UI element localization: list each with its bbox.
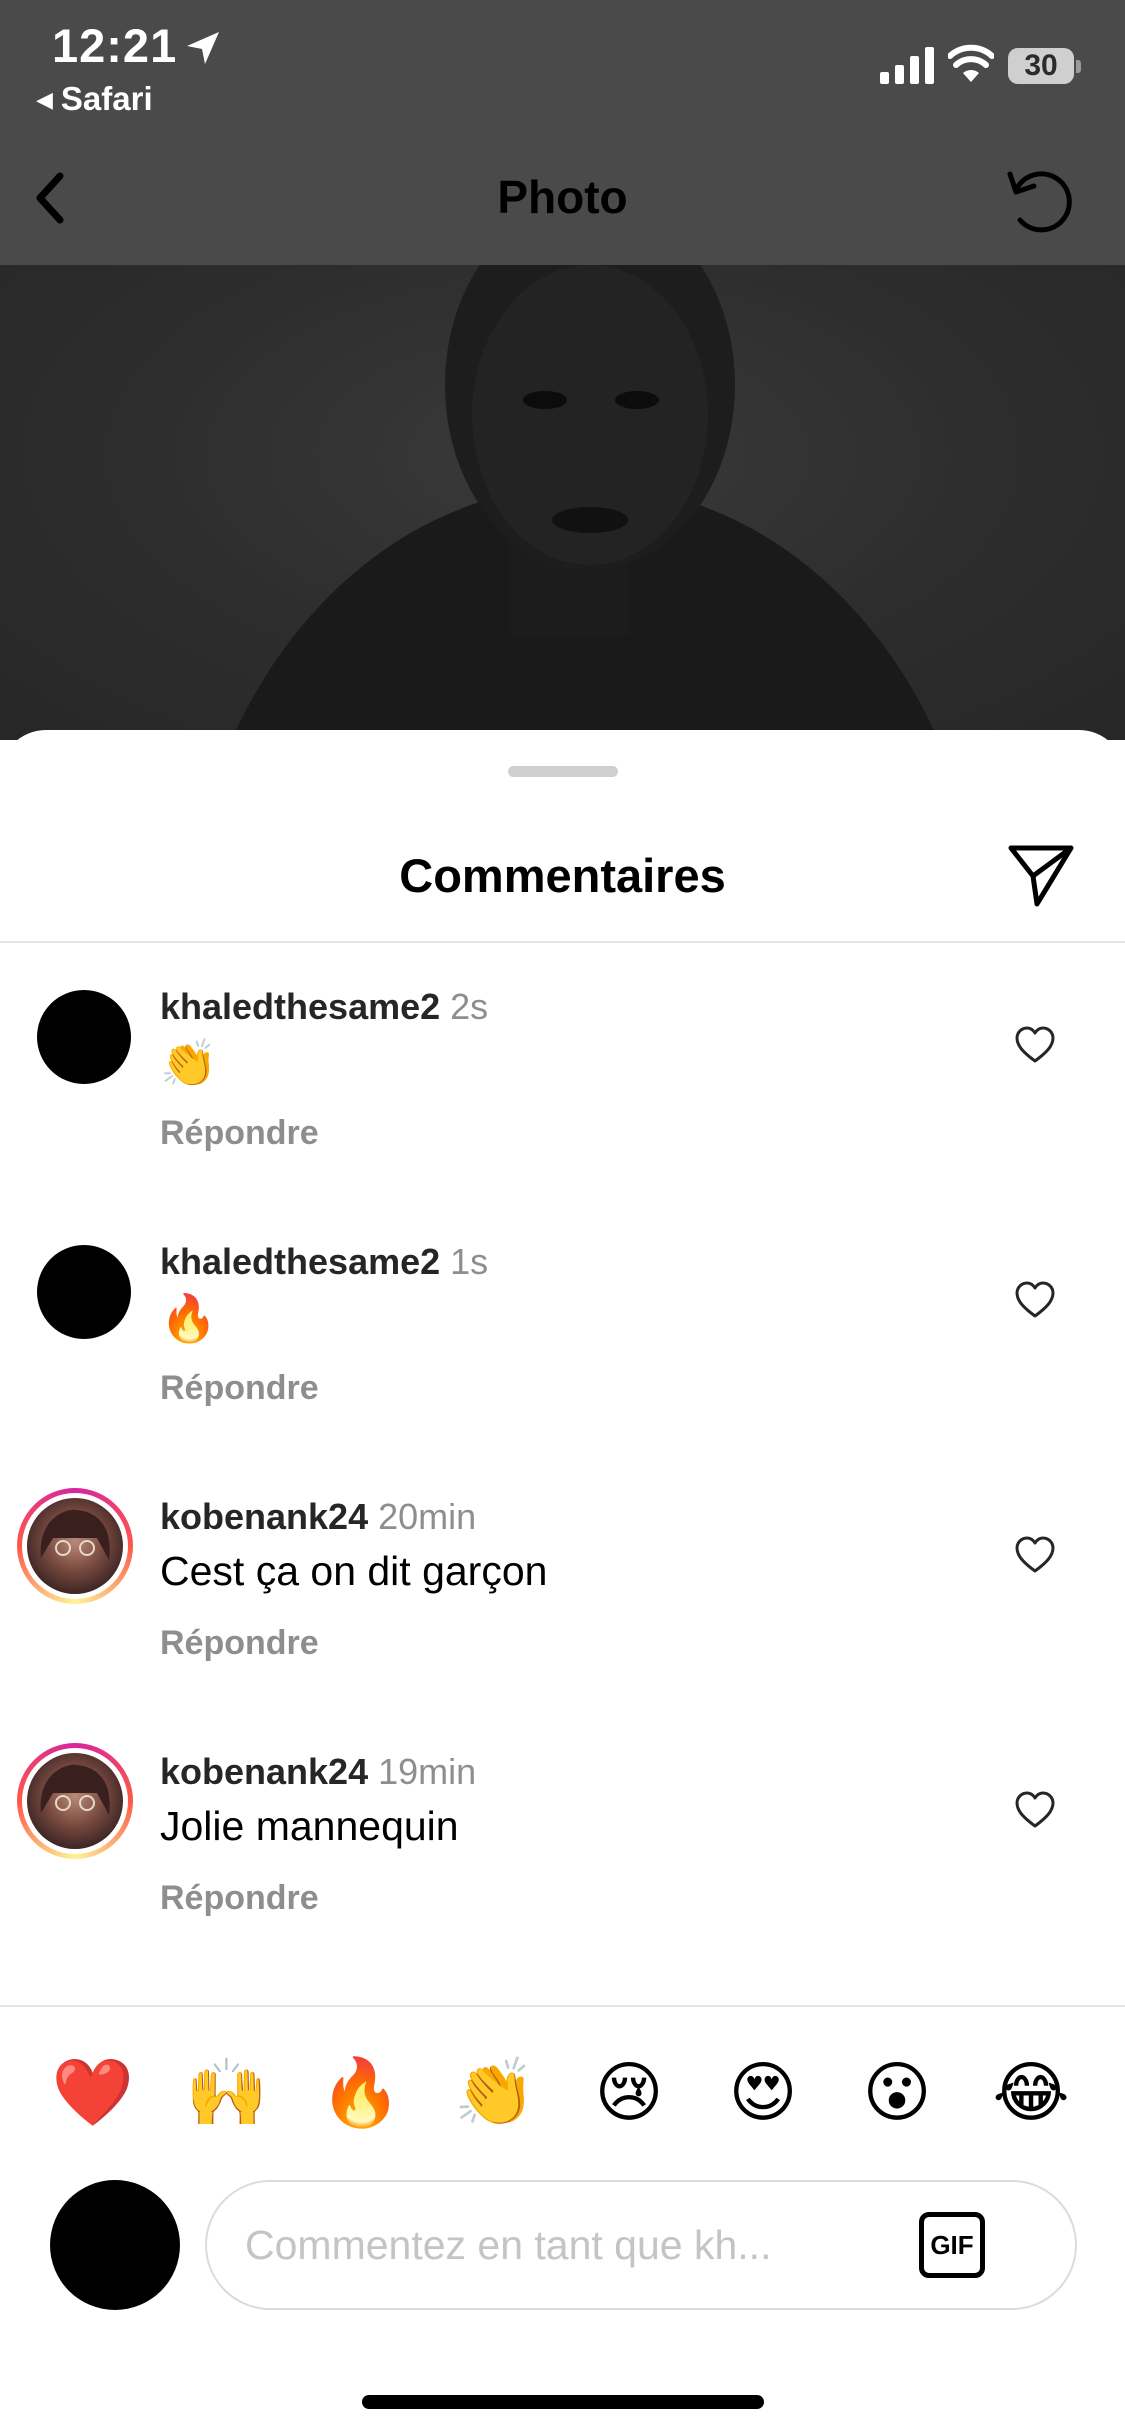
avatar bbox=[27, 1498, 123, 1594]
home-indicator bbox=[362, 2395, 764, 2409]
avatar-ring-inner bbox=[22, 1748, 128, 1854]
battery-indicator: 30 bbox=[1008, 48, 1081, 86]
page-title: Photo bbox=[497, 171, 628, 223]
composer-avatar bbox=[50, 2180, 180, 2310]
reaction-fire[interactable]: 🔥 bbox=[316, 2047, 406, 2137]
comment-item: khaledthesame2 1s 🔥 Répondre bbox=[0, 1201, 1125, 1456]
comment-header: kobenank24 19min bbox=[160, 1751, 476, 1793]
wifi-icon bbox=[948, 44, 994, 82]
avatar-ring-inner bbox=[22, 1493, 128, 1599]
back-to-app-link[interactable]: ◀ Safari bbox=[36, 80, 153, 118]
comment-text: Cest ça on dit garçon bbox=[160, 1548, 548, 1594]
comment-username[interactable]: khaledthesame2 bbox=[160, 986, 440, 1027]
comment-header: khaledthesame2 1s bbox=[160, 1241, 488, 1283]
reaction-raised-hands[interactable]: 🙌 bbox=[182, 2047, 272, 2137]
refresh-icon[interactable] bbox=[1000, 160, 1080, 240]
quick-reaction-bar: ❤️ 🙌 🔥 👏 😢 😍 😮 😂 bbox=[0, 2047, 1125, 2137]
comment-username[interactable]: kobenank24 bbox=[160, 1496, 368, 1537]
comment-username[interactable]: kobenank24 bbox=[160, 1751, 368, 1792]
comment-input[interactable] bbox=[245, 2182, 885, 2308]
back-triangle-icon: ◀ bbox=[36, 87, 53, 112]
location-arrow-icon bbox=[187, 32, 219, 64]
cellular-signal-icon bbox=[880, 47, 934, 84]
portrait-silhouette bbox=[231, 265, 939, 740]
avatar[interactable] bbox=[37, 990, 131, 1084]
gif-button[interactable]: GIF bbox=[919, 2212, 985, 2278]
divider bbox=[0, 2005, 1125, 2007]
like-heart-icon[interactable] bbox=[1014, 1024, 1056, 1066]
avatar-story-ring[interactable] bbox=[17, 1488, 133, 1604]
comment-text: 🔥 bbox=[160, 1292, 218, 1344]
clock: 12:21 bbox=[52, 19, 178, 72]
comment-time: 20min bbox=[378, 1496, 477, 1537]
comment-header: kobenank24 20min bbox=[160, 1496, 476, 1538]
comment-time: 19min bbox=[378, 1751, 477, 1792]
reply-button[interactable]: Répondre bbox=[160, 1624, 319, 1663]
sheet-grabber[interactable] bbox=[508, 766, 618, 777]
comment-text: Jolie mannequin bbox=[160, 1803, 459, 1849]
background-overlay: 12:21 ◀ Safari 30 Photo bbox=[0, 0, 1125, 740]
like-heart-icon[interactable] bbox=[1014, 1279, 1056, 1321]
status-bar: 12:21 ◀ Safari 30 bbox=[0, 0, 1125, 130]
reaction-crying[interactable]: 😢 bbox=[584, 2047, 674, 2137]
share-send-icon[interactable] bbox=[1005, 840, 1077, 912]
reaction-laughing[interactable]: 😂 bbox=[986, 2047, 1076, 2137]
reaction-heart[interactable]: ❤️ bbox=[48, 2047, 138, 2137]
like-heart-icon[interactable] bbox=[1014, 1789, 1056, 1831]
like-heart-icon[interactable] bbox=[1014, 1534, 1056, 1576]
battery-nub bbox=[1076, 60, 1081, 73]
comment-text: 👏 bbox=[160, 1037, 218, 1089]
post-photo bbox=[0, 265, 1125, 740]
reply-button[interactable]: Répondre bbox=[160, 1114, 319, 1153]
reply-button[interactable]: Répondre bbox=[160, 1879, 319, 1918]
avatar[interactable] bbox=[37, 1245, 131, 1339]
comment-time: 1s bbox=[450, 1241, 489, 1282]
comment-item: kobenank24 19min Jolie mannequin Répondre bbox=[0, 1711, 1125, 1966]
sheet-title: Commentaires bbox=[399, 849, 726, 902]
back-app-label: Safari bbox=[60, 80, 153, 117]
avatar-story-ring[interactable] bbox=[17, 1743, 133, 1859]
comment-time: 2s bbox=[450, 986, 489, 1027]
comment-header: khaledthesame2 2s bbox=[160, 986, 488, 1028]
avatar-illustration bbox=[40, 1509, 110, 1560]
comment-item: khaledthesame2 2s 👏 Répondre bbox=[0, 946, 1125, 1201]
divider bbox=[0, 941, 1125, 943]
battery-level: 30 bbox=[1008, 48, 1074, 84]
avatar bbox=[27, 1753, 123, 1849]
reaction-surprised[interactable]: 😮 bbox=[852, 2047, 942, 2137]
comment-username[interactable]: khaledthesame2 bbox=[160, 1241, 440, 1282]
reaction-heart-eyes[interactable]: 😍 bbox=[718, 2047, 808, 2137]
comment-item: kobenank24 20min Cest ça on dit garçon Ré… bbox=[0, 1456, 1125, 1711]
top-nav-bar: Photo bbox=[0, 130, 1125, 265]
reply-button[interactable]: Répondre bbox=[160, 1369, 319, 1408]
avatar-illustration bbox=[40, 1764, 110, 1815]
comment-composer: GIF bbox=[205, 2180, 1077, 2310]
reaction-clap[interactable]: 👏 bbox=[450, 2047, 540, 2137]
